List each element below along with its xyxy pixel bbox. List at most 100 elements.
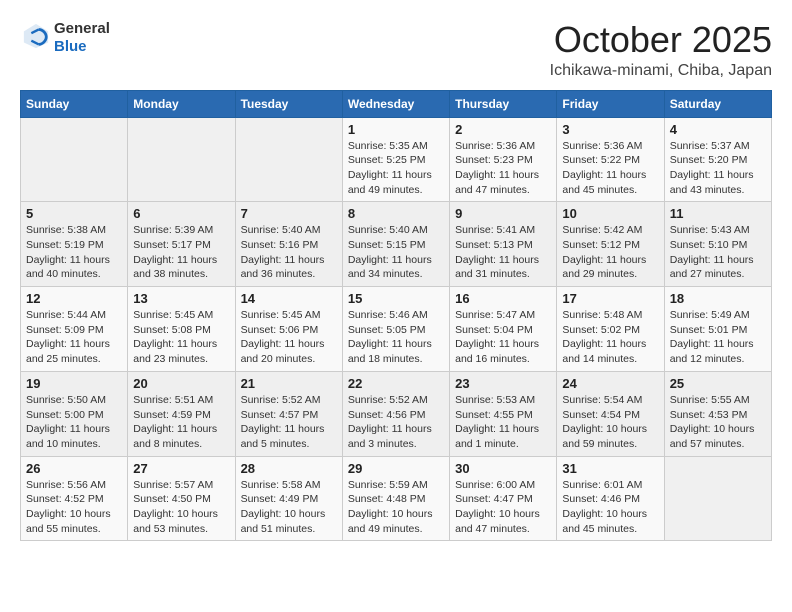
calendar-cell: 8 Sunrise: 5:40 AMSunset: 5:15 PMDaylight… — [342, 202, 449, 287]
calendar-cell — [235, 117, 342, 202]
day-info: Sunrise: 5:38 AMSunset: 5:19 PMDaylight:… — [26, 223, 122, 282]
day-number: 31 — [562, 461, 658, 476]
calendar-header-thursday: Thursday — [450, 90, 557, 117]
day-info: Sunrise: 5:47 AMSunset: 5:04 PMDaylight:… — [455, 308, 551, 367]
day-info: Sunrise: 5:58 AMSunset: 4:49 PMDaylight:… — [241, 478, 337, 537]
calendar-cell: 17 Sunrise: 5:48 AMSunset: 5:02 PMDayligh… — [557, 287, 664, 372]
day-info: Sunrise: 5:44 AMSunset: 5:09 PMDaylight:… — [26, 308, 122, 367]
day-info: Sunrise: 6:00 AMSunset: 4:47 PMDaylight:… — [455, 478, 551, 537]
day-number: 25 — [670, 376, 766, 391]
day-number: 12 — [26, 291, 122, 306]
day-number: 10 — [562, 206, 658, 221]
calendar-cell: 6 Sunrise: 5:39 AMSunset: 5:17 PMDaylight… — [128, 202, 235, 287]
calendar-header-friday: Friday — [557, 90, 664, 117]
day-info: Sunrise: 5:43 AMSunset: 5:10 PMDaylight:… — [670, 223, 766, 282]
day-info: Sunrise: 5:56 AMSunset: 4:52 PMDaylight:… — [26, 478, 122, 537]
calendar-cell: 30 Sunrise: 6:00 AMSunset: 4:47 PMDayligh… — [450, 456, 557, 541]
month-title: October 2025 — [550, 20, 772, 60]
day-info: Sunrise: 5:40 AMSunset: 5:16 PMDaylight:… — [241, 223, 337, 282]
day-info: Sunrise: 5:45 AMSunset: 5:08 PMDaylight:… — [133, 308, 229, 367]
day-info: Sunrise: 5:40 AMSunset: 5:15 PMDaylight:… — [348, 223, 444, 282]
day-number: 22 — [348, 376, 444, 391]
day-number: 4 — [670, 122, 766, 137]
logo-text-blue: Blue — [54, 38, 110, 56]
day-info: Sunrise: 5:51 AMSunset: 4:59 PMDaylight:… — [133, 393, 229, 452]
day-number: 17 — [562, 291, 658, 306]
calendar-cell: 9 Sunrise: 5:41 AMSunset: 5:13 PMDaylight… — [450, 202, 557, 287]
day-number: 20 — [133, 376, 229, 391]
calendar-cell: 26Sunrise: 5:56 AMSunset: 4:52 PMDayligh… — [21, 456, 128, 541]
day-number: 29 — [348, 461, 444, 476]
calendar-header-sunday: Sunday — [21, 90, 128, 117]
calendar-cell: 12 Sunrise: 5:44 AMSunset: 5:09 PMDayligh… — [21, 287, 128, 372]
calendar-table: SundayMondayTuesdayWednesdayThursdayFrid… — [20, 90, 772, 542]
calendar-body: 1Sunrise: 5:35 AMSunset: 5:25 PMDaylight… — [21, 117, 772, 541]
calendar-cell — [128, 117, 235, 202]
day-info: Sunrise: 5:52 AMSunset: 4:56 PMDaylight:… — [348, 393, 444, 452]
calendar-cell: 27Sunrise: 5:57 AMSunset: 4:50 PMDayligh… — [128, 456, 235, 541]
day-info: Sunrise: 5:57 AMSunset: 4:50 PMDaylight:… — [133, 478, 229, 537]
calendar-cell: 29 Sunrise: 5:59 AMSunset: 4:48 PMDayligh… — [342, 456, 449, 541]
calendar-week-row: 26Sunrise: 5:56 AMSunset: 4:52 PMDayligh… — [21, 456, 772, 541]
day-number: 19 — [26, 376, 122, 391]
calendar-cell: 20 Sunrise: 5:51 AMSunset: 4:59 PMDayligh… — [128, 371, 235, 456]
day-number: 15 — [348, 291, 444, 306]
day-number: 8 — [348, 206, 444, 221]
day-number: 7 — [241, 206, 337, 221]
calendar-cell: 25 Sunrise: 5:55 AMSunset: 4:53 PMDayligh… — [664, 371, 771, 456]
page-header: General Blue October 2025 Ichikawa-minam… — [20, 20, 772, 80]
day-number: 6 — [133, 206, 229, 221]
calendar-cell: 11Sunrise: 5:43 AMSunset: 5:10 PMDayligh… — [664, 202, 771, 287]
title-block: October 2025 Ichikawa-minami, Chiba, Jap… — [550, 20, 772, 80]
day-number: 14 — [241, 291, 337, 306]
day-number: 23 — [455, 376, 551, 391]
calendar-cell: 1Sunrise: 5:35 AMSunset: 5:25 PMDaylight… — [342, 117, 449, 202]
day-number: 16 — [455, 291, 551, 306]
calendar-cell: 2Sunrise: 5:36 AMSunset: 5:23 PMDaylight… — [450, 117, 557, 202]
day-number: 21 — [241, 376, 337, 391]
calendar-cell: 21 Sunrise: 5:52 AMSunset: 4:57 PMDayligh… — [235, 371, 342, 456]
calendar-cell: 10 Sunrise: 5:42 AMSunset: 5:12 PMDayligh… — [557, 202, 664, 287]
day-info: Sunrise: 5:55 AMSunset: 4:53 PMDaylight:… — [670, 393, 766, 452]
calendar-cell: 22 Sunrise: 5:52 AMSunset: 4:56 PMDayligh… — [342, 371, 449, 456]
calendar-week-row: 5Sunrise: 5:38 AMSunset: 5:19 PMDaylight… — [21, 202, 772, 287]
day-number: 1 — [348, 122, 444, 137]
logo: General Blue — [20, 20, 110, 56]
calendar-cell: 7 Sunrise: 5:40 AMSunset: 5:16 PMDaylight… — [235, 202, 342, 287]
calendar-cell: 14Sunrise: 5:45 AMSunset: 5:06 PMDayligh… — [235, 287, 342, 372]
logo-text-general: General — [54, 20, 110, 38]
day-info: Sunrise: 5:36 AMSunset: 5:23 PMDaylight:… — [455, 139, 551, 198]
day-info: Sunrise: 5:41 AMSunset: 5:13 PMDaylight:… — [455, 223, 551, 282]
calendar-cell: 19 Sunrise: 5:50 AMSunset: 5:00 PMDayligh… — [21, 371, 128, 456]
calendar-header-tuesday: Tuesday — [235, 90, 342, 117]
day-number: 9 — [455, 206, 551, 221]
day-number: 30 — [455, 461, 551, 476]
calendar-week-row: 1Sunrise: 5:35 AMSunset: 5:25 PMDaylight… — [21, 117, 772, 202]
calendar-header-saturday: Saturday — [664, 90, 771, 117]
calendar-cell: 28Sunrise: 5:58 AMSunset: 4:49 PMDayligh… — [235, 456, 342, 541]
calendar-cell: 18Sunrise: 5:49 AMSunset: 5:01 PMDayligh… — [664, 287, 771, 372]
day-info: Sunrise: 5:39 AMSunset: 5:17 PMDaylight:… — [133, 223, 229, 282]
day-info: Sunrise: 5:52 AMSunset: 4:57 PMDaylight:… — [241, 393, 337, 452]
day-info: Sunrise: 6:01 AMSunset: 4:46 PMDaylight:… — [562, 478, 658, 537]
day-info: Sunrise: 5:46 AMSunset: 5:05 PMDaylight:… — [348, 308, 444, 367]
day-number: 3 — [562, 122, 658, 137]
calendar-cell: 24Sunrise: 5:54 AMSunset: 4:54 PMDayligh… — [557, 371, 664, 456]
calendar-cell — [21, 117, 128, 202]
day-info: Sunrise: 5:48 AMSunset: 5:02 PMDaylight:… — [562, 308, 658, 367]
day-info: Sunrise: 5:50 AMSunset: 5:00 PMDaylight:… — [26, 393, 122, 452]
calendar-cell: 13Sunrise: 5:45 AMSunset: 5:08 PMDayligh… — [128, 287, 235, 372]
day-info: Sunrise: 5:59 AMSunset: 4:48 PMDaylight:… — [348, 478, 444, 537]
day-info: Sunrise: 5:53 AMSunset: 4:55 PMDaylight:… — [455, 393, 551, 452]
day-info: Sunrise: 5:37 AMSunset: 5:20 PMDaylight:… — [670, 139, 766, 198]
calendar-cell: 23 Sunrise: 5:53 AMSunset: 4:55 PMDayligh… — [450, 371, 557, 456]
calendar-header-row: SundayMondayTuesdayWednesdayThursdayFrid… — [21, 90, 772, 117]
calendar-cell: 31 Sunrise: 6:01 AMSunset: 4:46 PMDayligh… — [557, 456, 664, 541]
location-title: Ichikawa-minami, Chiba, Japan — [550, 62, 772, 80]
calendar-header-wednesday: Wednesday — [342, 90, 449, 117]
day-info: Sunrise: 5:36 AMSunset: 5:22 PMDaylight:… — [562, 139, 658, 198]
day-number: 18 — [670, 291, 766, 306]
day-info: Sunrise: 5:42 AMSunset: 5:12 PMDaylight:… — [562, 223, 658, 282]
calendar-cell: 15 Sunrise: 5:46 AMSunset: 5:05 PMDayligh… — [342, 287, 449, 372]
calendar-header-monday: Monday — [128, 90, 235, 117]
